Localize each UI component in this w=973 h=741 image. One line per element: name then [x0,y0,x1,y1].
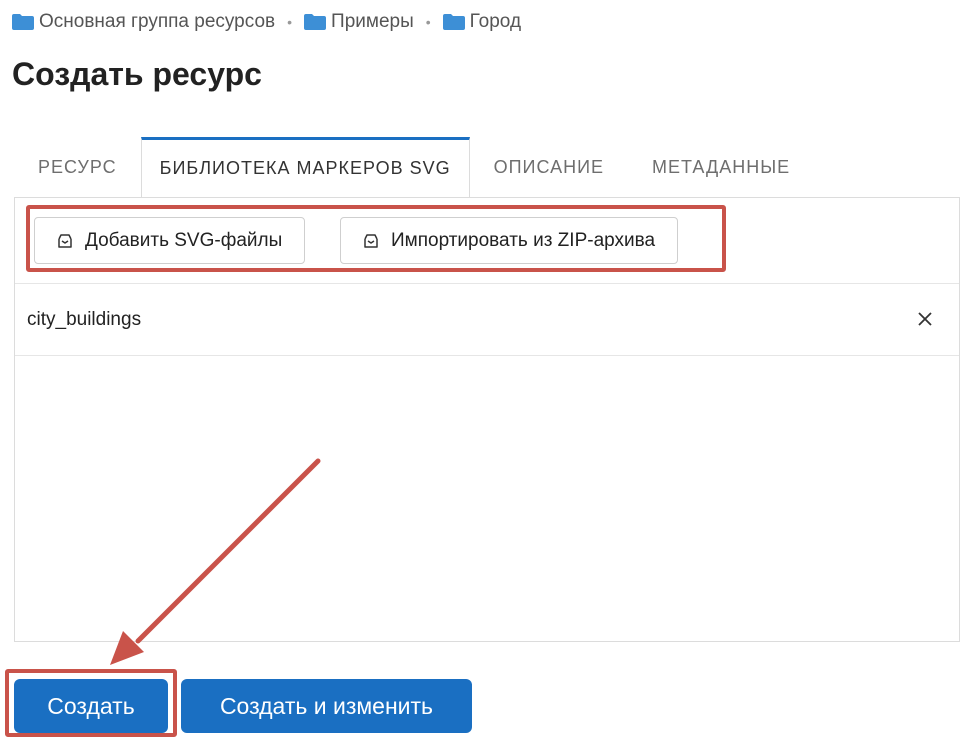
tab-svg-marker-library[interactable]: БИБЛИОТЕКА МАРКЕРОВ SVG [140,137,470,197]
file-name: city_buildings [27,308,142,330]
toolbar: Добавить SVG-файлы Импортировать из ZIP-… [15,198,959,284]
list-item: city_buildings [15,284,959,356]
breadcrumb-item-examples[interactable]: Примеры [304,11,414,33]
close-icon[interactable] [915,309,935,329]
breadcrumb-item-main-group[interactable]: Основная группа ресурсов [12,11,275,33]
tab-metadata[interactable]: МЕТАДАННЫЕ [628,137,814,197]
annotation-highlight-toolbar [26,205,726,272]
breadcrumb-label: Примеры [331,11,414,32]
tab-resource[interactable]: РЕСУРС [14,137,141,197]
breadcrumb-label: Основная группа ресурсов [39,11,276,32]
breadcrumb: Основная группа ресурсов • Примеры • Гор… [12,10,521,34]
create-and-edit-button[interactable]: Создать и изменить [181,679,472,733]
tab-bar: РЕСУРС БИБЛИОТЕКА МАРКЕРОВ SVG ОПИСАНИЕ … [14,137,960,197]
breadcrumb-separator: • [287,14,293,30]
page-title: Создать ресурс [12,56,262,92]
folder-icon [304,14,327,30]
breadcrumb-separator: • [425,14,431,30]
tab-description[interactable]: ОПИСАНИЕ [470,137,628,197]
breadcrumb-label: Город [469,11,522,32]
breadcrumb-item-city[interactable]: Город [442,11,522,33]
folder-icon [12,14,34,30]
annotation-highlight-create [5,669,177,737]
tab-content-panel: Добавить SVG-файлы Импортировать из ZIP-… [14,197,960,642]
folder-icon [442,14,465,30]
